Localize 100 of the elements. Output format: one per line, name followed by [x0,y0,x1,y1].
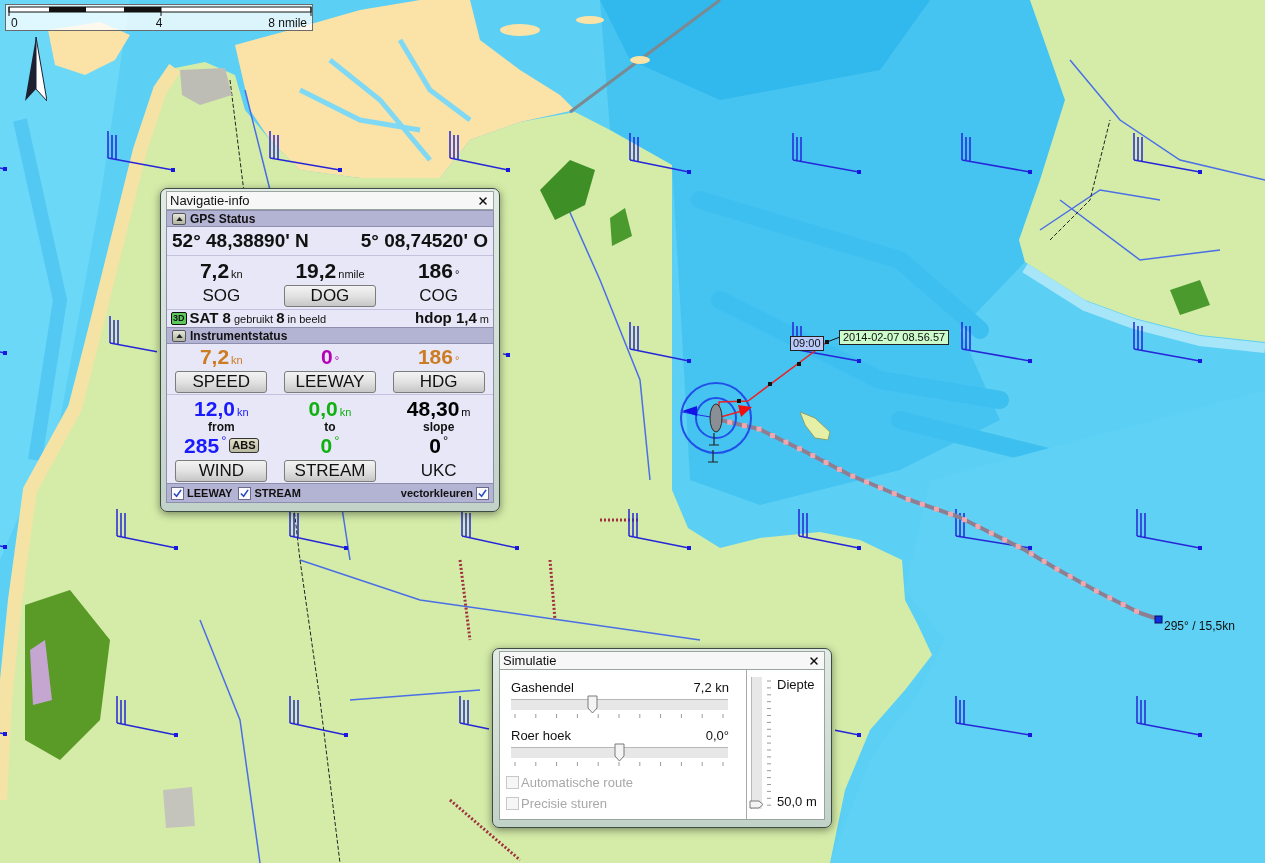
wind-barb-icon [116,695,178,737]
instrument-button[interactable]: HDG [392,371,485,393]
wind-barb-icon [629,132,691,174]
check-icon [173,488,182,498]
wind-barb-icon [289,695,348,737]
unit-label: kn [339,406,352,418]
instrument-button[interactable]: DOG [284,285,376,307]
heath-patch [30,640,52,705]
wind-barb-icon [834,729,861,737]
window-title: Navigatie-info [170,192,250,209]
wind-barb-icon [0,545,7,549]
wind-barb-icon [449,130,510,172]
marker-post-icon [708,432,720,446]
wind-barb-icon [1133,321,1202,363]
reading-value: 0,0 [308,397,338,421]
close-icon [808,654,820,667]
instrument-button[interactable]: LEEWAY [284,371,376,393]
wind-barb-icon [269,130,342,172]
unit-label: m [461,406,471,418]
leader-line [825,336,841,344]
slider-track[interactable] [511,743,728,762]
marker-post-icon [707,449,719,463]
unit-label: ° [454,354,460,366]
close-icon [477,194,489,207]
collapse-button[interactable] [172,329,186,342]
wind-barb-icon [0,167,7,171]
slider-reading: 50,0 m [777,794,817,809]
slider-thumb[interactable] [614,743,625,762]
checkbox[interactable] [238,486,252,500]
sandbank [630,56,650,64]
wind-barb-icon [1136,695,1202,737]
wind-barb-icon [0,351,7,355]
checkbox[interactable] [476,486,489,500]
checkbox-label[interactable]: LEEWAY [187,486,233,500]
check-icon [478,488,487,498]
reading-caption: to [324,421,336,434]
forest-patch [540,160,595,220]
check-icon [240,488,250,498]
unit-label: ° [442,434,449,448]
reading-value: 12,0 [194,397,235,421]
instrument-label: UKC [420,461,457,480]
unit-label: kn [231,268,243,280]
collapse-button[interactable] [172,212,186,225]
scale-label: 0 [11,16,19,30]
unit-label: nmile [338,268,365,280]
angle-value: 285 [184,434,220,457]
window-title: Simulatie [503,652,557,669]
scale-label: 4 [154,16,164,30]
sandbank [500,24,540,36]
wind-barb-icon [459,695,490,730]
north-arrow-icon [25,37,47,101]
reading-value: 7,2 [199,345,230,369]
slider-thumb[interactable] [587,695,599,714]
fix-badge: 3D [171,312,187,325]
caret-icon [175,216,183,221]
reading-value: 48,30 [406,397,460,421]
unit-label: ° [221,434,227,448]
wind-barb-icon [961,321,1032,363]
latitude-value: 52° 48,38890' N [172,230,309,252]
instrument-button[interactable]: WIND [175,460,268,482]
reading-value: 7,2 [199,259,230,283]
town-area [180,68,232,105]
section-title: Instrumentstatus [190,328,288,343]
unit-label: ° [334,434,340,448]
time-label: 09:00 [790,336,824,351]
instrument-button[interactable]: SPEED [175,371,268,393]
hdop-status: hdop 1,4 m [415,310,489,327]
wind-barb-icon [1133,132,1202,174]
instrument-button[interactable]: STREAM [284,460,376,482]
wind-barb-icon [629,321,691,363]
wind-barb-icon [792,132,861,174]
caret-icon [175,333,183,338]
unit-label: ° [334,354,340,366]
wind-barb-icon [955,508,1032,550]
checkbox[interactable] [171,486,184,500]
forest-patch [610,208,632,246]
slider-label: Gashendel [511,680,574,695]
slider-label: Roer hoek [511,728,571,743]
reading-caption: from [208,421,235,434]
wind-barb-icon [502,353,510,357]
angle-value: 0 [320,434,333,457]
wind-barb-icon [107,130,175,172]
unit-label: ° [454,268,460,280]
boat-icon [709,403,723,433]
checkbox-label[interactable]: STREAM [254,486,301,500]
slider-track[interactable] [749,677,764,809]
wind-barb-icon [798,508,861,550]
toggle-button[interactable]: ABS [229,438,259,453]
slider-thumb[interactable] [749,800,764,809]
sandbank [576,16,604,24]
reading-caption: slope [423,421,455,434]
scale-label: 8 nmile [267,16,307,30]
unit-label: kn [236,406,249,418]
reading-value: 19,2 [295,259,337,283]
slider-track[interactable] [511,695,728,714]
track-end-marker-icon [1154,615,1163,624]
longitude-value: 5° 08,74520' O [360,230,488,252]
checkbox-label[interactable]: vectorkleuren [400,486,473,500]
slider-label: Diepte [777,677,816,692]
wind-barb-icon [955,695,1032,737]
